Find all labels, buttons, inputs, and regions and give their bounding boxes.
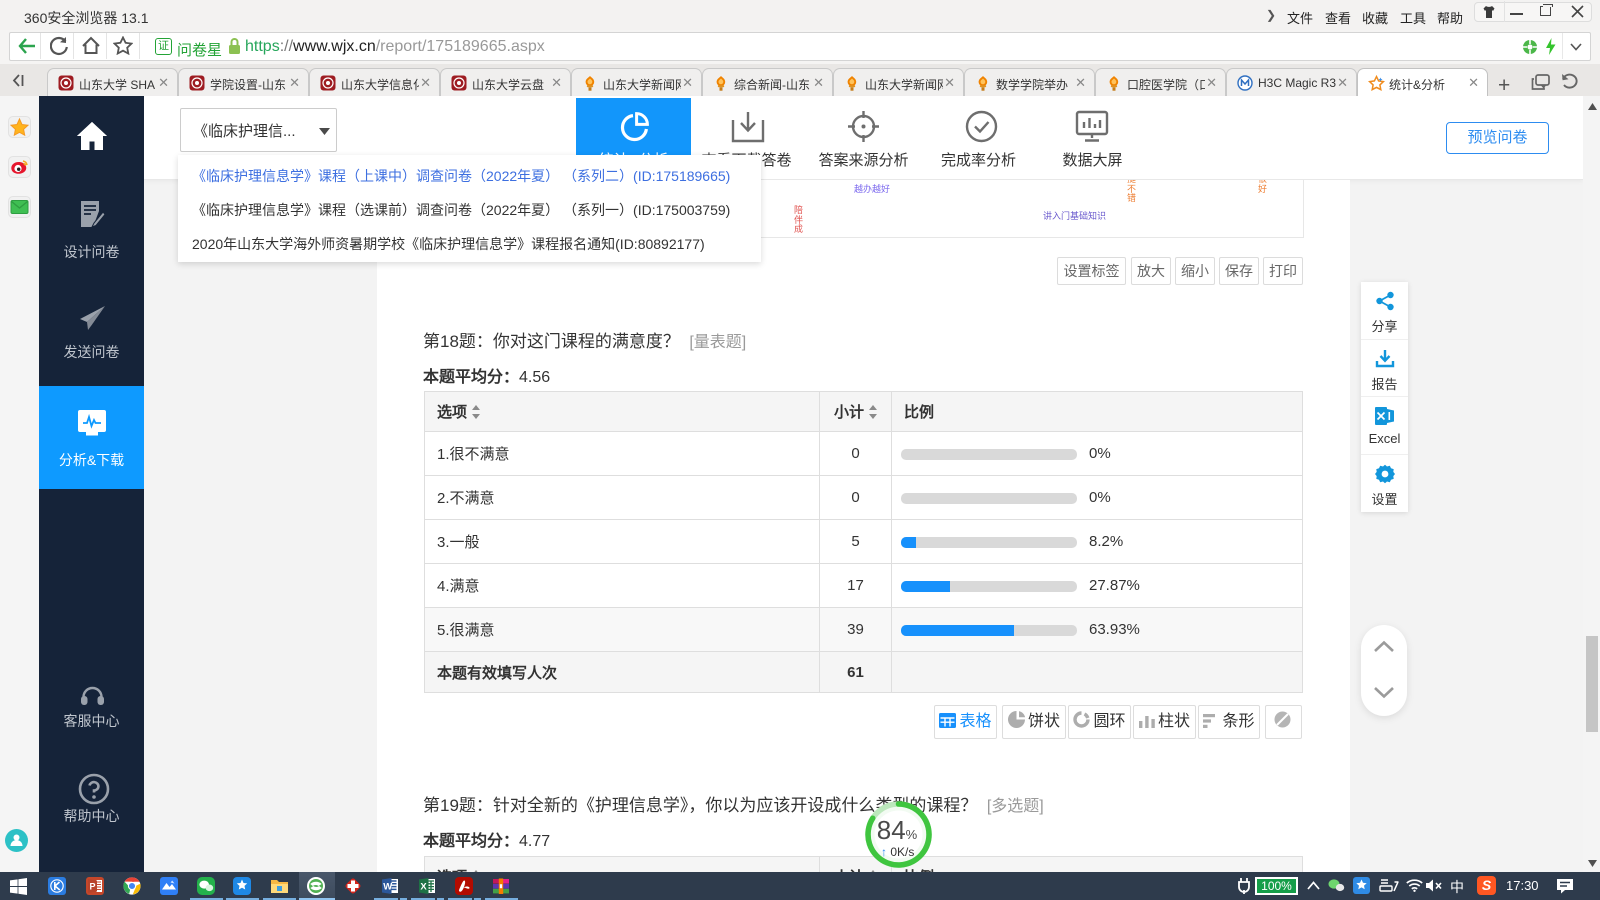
- svg-text:P: P: [90, 882, 96, 892]
- svg-text:X: X: [420, 882, 427, 893]
- svg-text:W: W: [383, 882, 392, 893]
